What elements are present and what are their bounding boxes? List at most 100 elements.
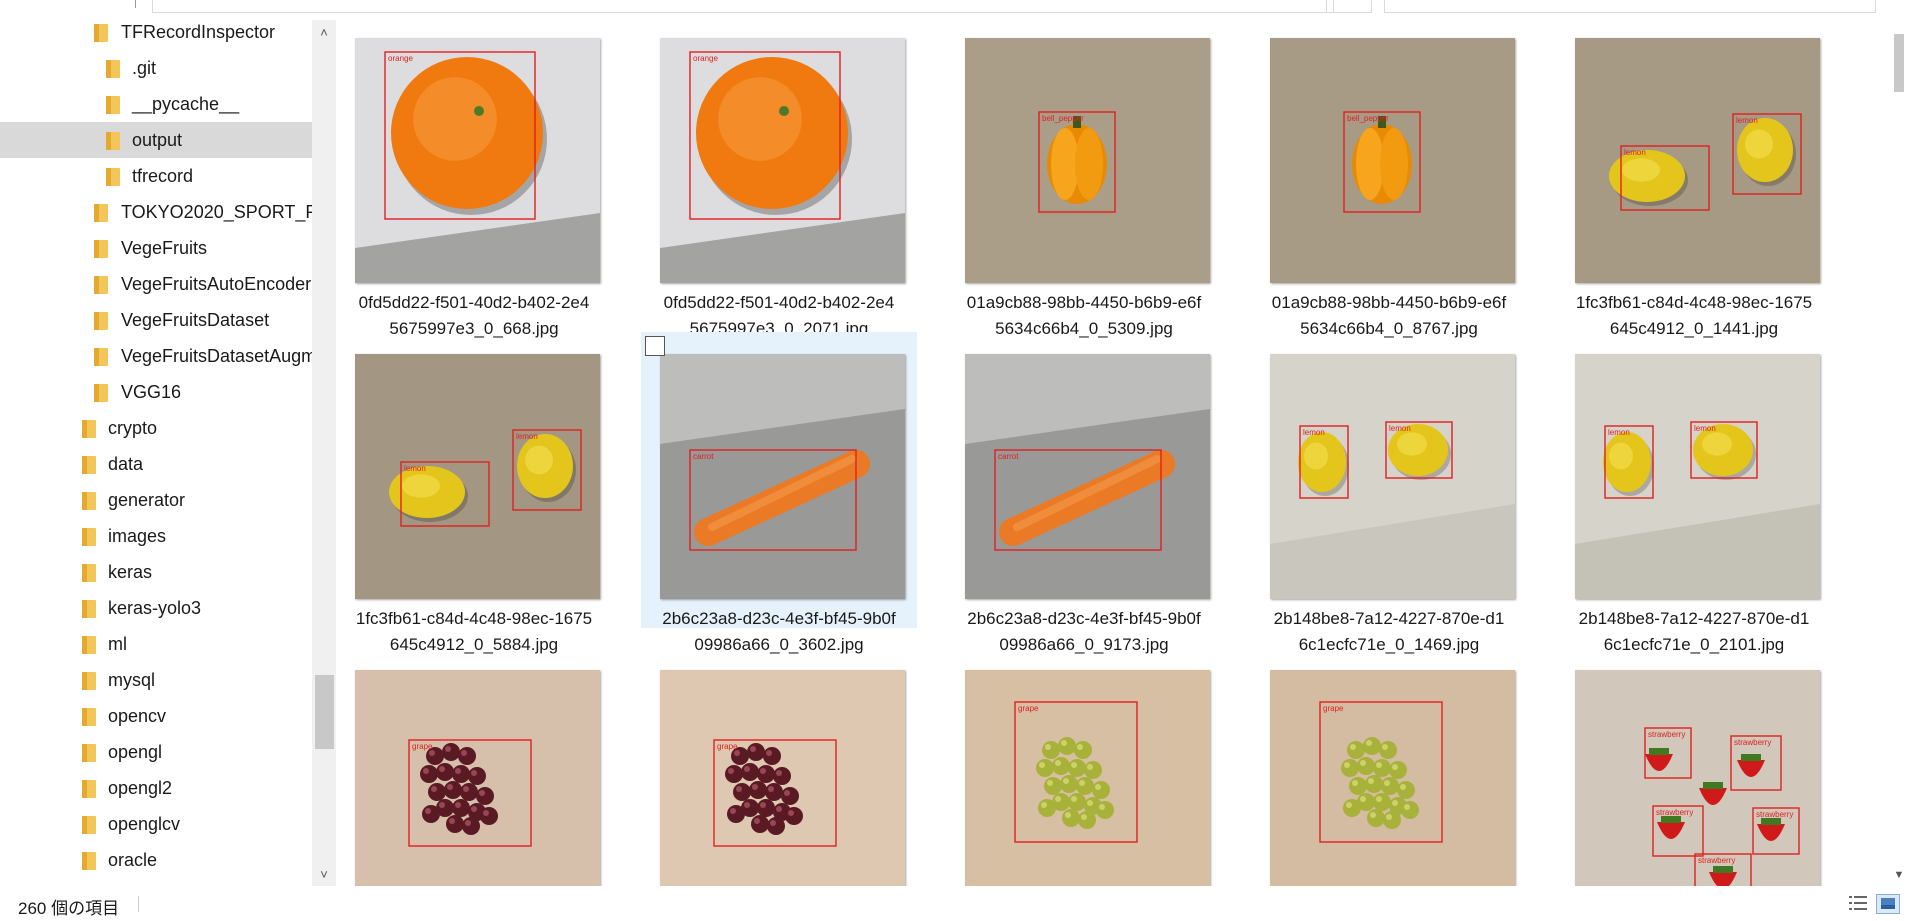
nav-item-label: ml bbox=[108, 634, 127, 654]
nav-item-vegefruitsdataset[interactable]: VegeFruitsDataset bbox=[0, 302, 312, 338]
file-item[interactable]: grape bbox=[336, 648, 612, 886]
file-thumbnail: grape bbox=[1270, 670, 1515, 886]
nav-item-tokyo2020-sport-pic[interactable]: TOKYO2020_SPORT_PIC bbox=[0, 194, 312, 230]
nav-item-label: opengl bbox=[108, 742, 163, 762]
nav-item-vegefruitsautoencoder[interactable]: VegeFruitsAutoEncoder bbox=[0, 266, 312, 302]
nav-item-keras[interactable]: keras bbox=[0, 554, 312, 590]
file-thumbnail: grape bbox=[355, 670, 600, 886]
nav-item-openglcv[interactable]: openglcv bbox=[0, 806, 312, 842]
chevron-down-icon[interactable]: ▼ bbox=[1890, 864, 1908, 886]
nav-item-git[interactable]: .git bbox=[0, 50, 312, 86]
nav-item-label: __pycache__ bbox=[132, 94, 240, 114]
item-count: 260 個の項目 bbox=[18, 899, 120, 918]
nav-item-mysql[interactable]: mysql bbox=[0, 662, 312, 698]
nav-item-opengl2[interactable]: opengl2 bbox=[0, 770, 312, 806]
address-divider bbox=[135, 0, 136, 8]
folder-icon bbox=[82, 636, 98, 654]
nav-item-vegefruits[interactable]: VegeFruits bbox=[0, 230, 312, 266]
nav-item-keras-yolo3[interactable]: keras-yolo3 bbox=[0, 590, 312, 626]
nav-item-label: keras bbox=[108, 562, 153, 582]
nav-scrollbar[interactable]: ˄ ˅ bbox=[312, 20, 336, 886]
nav-item-label: VegeFruitsDatasetAugm bbox=[121, 346, 312, 366]
folder-icon bbox=[82, 780, 98, 798]
file-name-line1: 01a9cb88-98bb-4450-b6b9-e6f bbox=[1271, 293, 1507, 312]
nav-item-generator[interactable]: generator bbox=[0, 482, 312, 518]
bbox-label: grape bbox=[412, 742, 433, 751]
file-item[interactable]: lemon lemon 1fc3fb61-c84d-4c48-98ec-1675 64… bbox=[1556, 16, 1832, 338]
bbox-label: carrot bbox=[693, 452, 714, 461]
file-item[interactable]: bell_pepper 01a9cb88-98bb-4450-b6b9-e6f 56… bbox=[1251, 16, 1527, 338]
nav-item-label: TFRecordInspector bbox=[121, 22, 276, 42]
file-thumbnail: lemon lemon bbox=[1270, 354, 1515, 599]
folder-icon bbox=[82, 744, 98, 762]
nav-item-label: VGG16 bbox=[121, 382, 182, 402]
file-item[interactable]: carrot 2b6c23a8-d23c-4e3f-bf45-9b0f 09986a… bbox=[946, 332, 1222, 654]
nav-item-tfrecordinspector[interactable]: TFRecordInspector bbox=[0, 14, 312, 50]
folder-icon bbox=[82, 672, 98, 690]
file-thumbnail: bell_pepper bbox=[965, 38, 1210, 283]
folder-icon bbox=[82, 420, 98, 438]
nav-item-opencv[interactable]: opencv bbox=[0, 698, 312, 734]
file-item[interactable]: grape bbox=[946, 648, 1222, 886]
folder-icon bbox=[82, 600, 98, 618]
file-thumbnail: strawberry strawberry strawberry strawberry… bbox=[1575, 670, 1820, 886]
folder-icon bbox=[94, 384, 110, 402]
folder-icon bbox=[82, 852, 98, 870]
folder-icon bbox=[106, 132, 122, 150]
file-item[interactable]: lemon lemon 1fc3fb61-c84d-4c48-98ec-1675 64… bbox=[336, 332, 612, 654]
chevron-down-icon[interactable]: ˅ bbox=[312, 862, 336, 886]
address-dropdown-button[interactable] bbox=[1326, 0, 1372, 13]
nav-item-vegefruitsdatasetaugm[interactable]: VegeFruitsDatasetAugm bbox=[0, 338, 312, 374]
nav-scroll-thumb[interactable] bbox=[315, 675, 334, 749]
nav-item-label: opengl2 bbox=[108, 778, 173, 798]
content-scroll-thumb[interactable] bbox=[1894, 34, 1904, 92]
nav-item-data[interactable]: data bbox=[0, 446, 312, 482]
file-item[interactable]: bell_pepper 01a9cb88-98bb-4450-b6b9-e6f 56… bbox=[946, 16, 1222, 338]
nav-item-images[interactable]: images bbox=[0, 518, 312, 554]
file-item[interactable]: orange 0fd5dd22-f501-40d2-b402-2e4 5675997… bbox=[336, 16, 612, 338]
file-thumbnail: grape bbox=[965, 670, 1210, 886]
navigation-pane: TFRecordInspector .git __pycache__output tf… bbox=[0, 14, 312, 886]
nav-item-label: tfrecord bbox=[132, 166, 194, 186]
large-icons-view-icon[interactable] bbox=[1876, 894, 1900, 914]
details-view-icon[interactable] bbox=[1848, 894, 1868, 912]
address-bar[interactable] bbox=[152, 0, 1334, 13]
file-item[interactable]: grape bbox=[1251, 648, 1527, 886]
selection-checkbox[interactable] bbox=[645, 336, 665, 356]
bbox-label: lemon bbox=[1624, 148, 1646, 157]
nav-item-label: opencv bbox=[108, 706, 167, 726]
bbox-label: strawberry bbox=[1648, 730, 1685, 739]
file-item[interactable]: grape bbox=[641, 648, 917, 886]
folder-icon bbox=[94, 348, 110, 366]
file-name-line1: 01a9cb88-98bb-4450-b6b9-e6f bbox=[966, 293, 1202, 312]
bbox-label: lemon bbox=[516, 432, 538, 441]
nav-item-crypto[interactable]: crypto bbox=[0, 410, 312, 446]
nav-item-label: .git bbox=[132, 58, 157, 78]
folder-icon bbox=[82, 816, 98, 834]
nav-item-pycache[interactable]: __pycache__ bbox=[0, 86, 312, 122]
nav-item-opengl[interactable]: opengl bbox=[0, 734, 312, 770]
folder-icon bbox=[82, 528, 98, 546]
nav-item-output[interactable]: output bbox=[0, 122, 312, 158]
nav-item-vgg16[interactable]: VGG16 bbox=[0, 374, 312, 410]
file-name-line1: 2b148be8-7a12-4227-870e-d1 bbox=[1578, 609, 1810, 628]
nav-item-oracle[interactable]: oracle bbox=[0, 842, 312, 878]
status-bar: 260 個の項目 bbox=[0, 886, 1908, 921]
file-item[interactable]: lemon lemon 2b148be8-7a12-4227-870e-d1 6c1e… bbox=[1556, 332, 1832, 654]
file-thumbnail: carrot bbox=[660, 354, 905, 599]
nav-item-label: oracle bbox=[108, 850, 158, 870]
file-item[interactable]: orange 0fd5dd22-f501-40d2-b402-2e4 5675997… bbox=[641, 16, 917, 338]
bbox-label: lemon bbox=[1694, 424, 1716, 433]
bbox-label: lemon bbox=[404, 464, 426, 473]
chevron-up-icon[interactable]: ˄ bbox=[312, 20, 336, 44]
nav-item-tfrecord[interactable]: tfrecord bbox=[0, 158, 312, 194]
file-item[interactable]: carrot 2b6c23a8-d23c-4e3f-bf45-9b0f 09986a… bbox=[641, 332, 917, 654]
file-thumbnail: carrot bbox=[965, 354, 1210, 599]
nav-item-ml[interactable]: ml bbox=[0, 626, 312, 662]
content-scrollbar[interactable]: ▲ ▼ bbox=[1890, 20, 1908, 886]
file-item[interactable]: lemon lemon 2b148be8-7a12-4227-870e-d1 6c1e… bbox=[1251, 332, 1527, 654]
search-box[interactable] bbox=[1384, 0, 1876, 13]
file-item[interactable]: strawberry strawberry strawberry strawberry… bbox=[1556, 648, 1832, 886]
file-thumbnail: lemon lemon bbox=[1575, 354, 1820, 599]
nav-item-label: mysql bbox=[108, 670, 156, 690]
